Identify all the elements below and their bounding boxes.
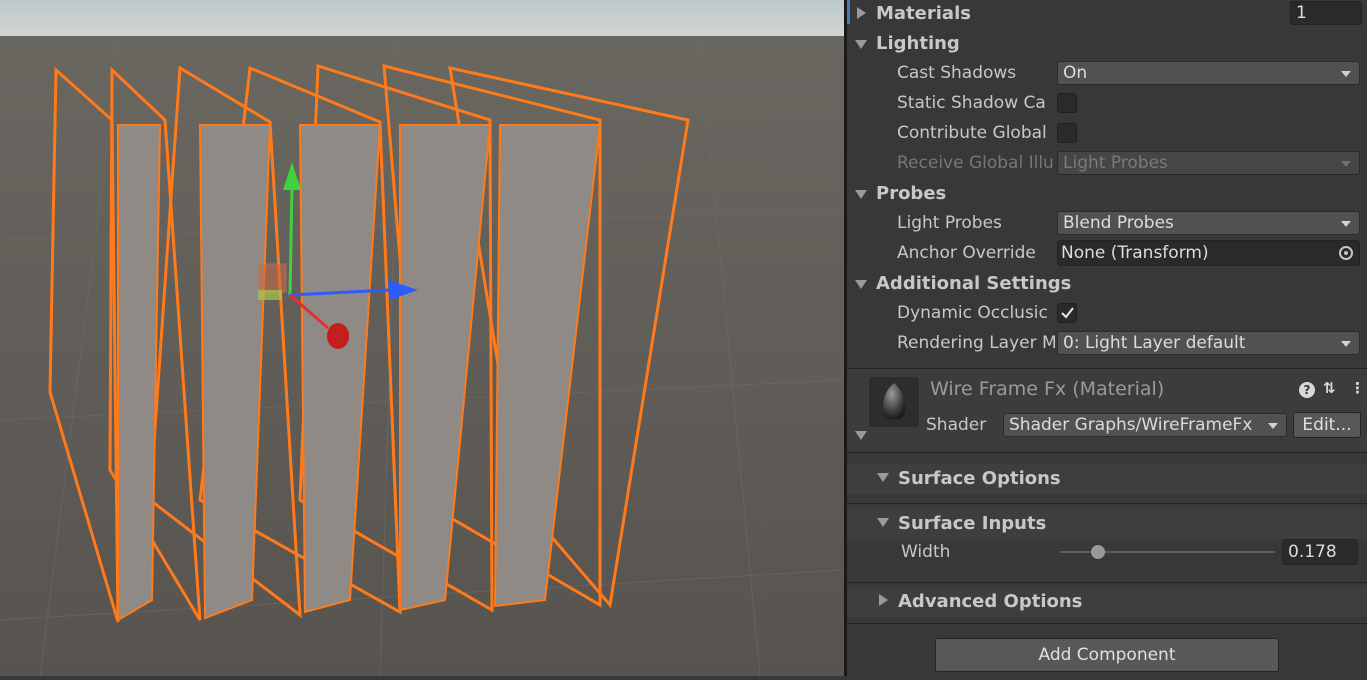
material-preview[interactable] <box>869 377 919 427</box>
separator <box>847 623 1367 624</box>
separator <box>847 503 1367 504</box>
chevron-down-icon <box>1341 221 1351 227</box>
preset-settings-icon[interactable]: ⇅ <box>1323 379 1336 397</box>
light-probes-dropdown[interactable]: Blend Probes <box>1057 211 1360 235</box>
gizmo-center-box <box>257 263 287 293</box>
material-collapse-icon[interactable] <box>855 431 867 440</box>
static-shadow-row: Static Shadow Ca <box>847 90 1367 120</box>
chevron-down-icon <box>1268 423 1278 429</box>
receive-gi-dropdown: Light Probes <box>1057 151 1360 175</box>
static-shadow-label: Static Shadow Ca <box>897 93 1046 113</box>
width-value-field[interactable]: 0.178 <box>1282 539 1358 565</box>
materials-label: Materials <box>876 3 971 24</box>
receive-gi-row: Receive Global Illu Light Probes <box>847 150 1367 180</box>
anchor-override-value: None (Transform) <box>1061 243 1209 263</box>
sky <box>0 0 844 40</box>
materials-row[interactable]: Materials 1 <box>847 0 1367 30</box>
slab-face-1[interactable] <box>117 124 162 622</box>
anchor-override-label: Anchor Override <box>897 243 1036 263</box>
scene-canvas[interactable] <box>0 0 845 677</box>
width-slider-thumb[interactable] <box>1091 545 1106 559</box>
help-icon[interactable]: ? <box>1299 382 1315 398</box>
object-picker-icon[interactable] <box>1339 246 1353 260</box>
materials-expand-icon[interactable] <box>857 7 866 19</box>
anchor-override-row: Anchor Override None (Transform) <box>847 240 1367 270</box>
contribute-gi-checkbox[interactable] <box>1057 123 1077 143</box>
chevron-down-icon <box>1341 71 1351 77</box>
cast-shadows-label: Cast Shadows <box>897 63 1017 83</box>
width-label: Width <box>901 542 951 562</box>
cast-shadows-dropdown[interactable]: On <box>1057 61 1360 85</box>
selection-accent <box>847 0 850 24</box>
checkmark-icon <box>1061 307 1074 319</box>
cast-shadows-value: On <box>1063 63 1088 83</box>
receive-gi-label: Receive Global Illu <box>897 153 1054 173</box>
lighting-header[interactable]: Lighting <box>847 30 1367 60</box>
gizmo-plane-handle <box>258 290 282 300</box>
material-title: Wire Frame Fx (Material) <box>930 378 1165 400</box>
additional-settings-header[interactable]: Additional Settings <box>847 270 1367 300</box>
gizmo-y-axis <box>288 184 294 296</box>
advanced-options-header[interactable]: Advanced Options <box>847 587 1367 617</box>
rendering-layer-dropdown[interactable]: 0: Light Layer default <box>1057 331 1360 355</box>
materials-count-field[interactable]: 1 <box>1290 1 1362 25</box>
probes-header[interactable]: Probes <box>847 180 1367 210</box>
dynamic-occlusion-label: Dynamic Occlusic <box>897 303 1048 323</box>
more-options-icon[interactable]: ⋮ <box>1350 379 1365 397</box>
separator <box>847 582 1367 583</box>
surface-options-header[interactable]: Surface Options <box>847 464 1367 494</box>
width-row: Width 0.178 <box>847 538 1367 568</box>
material-header: Wire Frame Fx (Material) ? ⇅ ⋮ Shader Sh… <box>847 369 1367 451</box>
anchor-override-field[interactable]: None (Transform) <box>1057 240 1360 266</box>
probes-title: Probes <box>876 183 947 204</box>
separator <box>847 452 1367 453</box>
lighting-title: Lighting <box>876 33 960 54</box>
chevron-down-icon <box>1341 341 1351 347</box>
scene-view[interactable] <box>0 0 845 677</box>
surface-inputs-header[interactable]: Surface Inputs <box>847 509 1367 539</box>
rendering-layer-label: Rendering Layer M <box>897 333 1055 353</box>
light-probes-label: Light Probes <box>897 213 1002 233</box>
light-probes-row: Light Probes Blend Probes <box>847 210 1367 240</box>
dynamic-occlusion-checkbox[interactable] <box>1057 303 1077 323</box>
material-sphere-icon <box>882 383 906 420</box>
rendering-layer-value: 0: Light Layer default <box>1063 333 1246 353</box>
gizmo-x-cone-icon <box>327 323 349 349</box>
surface-inputs-title: Surface Inputs <box>898 513 1047 534</box>
additional-settings-title: Additional Settings <box>876 273 1072 294</box>
cast-shadows-row: Cast Shadows On <box>847 60 1367 90</box>
rendering-layer-row: Rendering Layer M 0: Light Layer default <box>847 330 1367 360</box>
chevron-down-icon <box>1341 161 1351 167</box>
advanced-options-expand-icon[interactable] <box>879 594 888 606</box>
receive-gi-value: Light Probes <box>1063 153 1168 173</box>
additional-settings-collapse-icon[interactable] <box>855 280 867 289</box>
surface-options-collapse-icon[interactable] <box>877 473 889 482</box>
shader-label: Shader <box>926 415 987 435</box>
light-probes-value: Blend Probes <box>1063 213 1174 233</box>
contribute-gi-label: Contribute Global <box>897 123 1047 143</box>
surface-inputs-collapse-icon[interactable] <box>877 518 889 527</box>
probes-collapse-icon[interactable] <box>855 190 867 199</box>
shader-value: Shader Graphs/WireFrameFx <box>1009 415 1253 435</box>
contribute-gi-row: Contribute Global <box>847 120 1367 150</box>
edit-shader-button[interactable]: Edit... <box>1293 412 1361 438</box>
surface-options-title: Surface Options <box>898 468 1061 489</box>
add-component-button[interactable]: Add Component <box>935 638 1279 672</box>
static-shadow-checkbox[interactable] <box>1057 93 1077 113</box>
shader-dropdown[interactable]: Shader Graphs/WireFrameFx <box>1003 413 1287 437</box>
inspector-panel: Materials 1 Lighting Cast Shadows On Sta… <box>847 0 1367 676</box>
lighting-collapse-icon[interactable] <box>855 40 867 49</box>
advanced-options-title: Advanced Options <box>898 591 1083 612</box>
dynamic-occlusion-row: Dynamic Occlusic <box>847 300 1367 330</box>
